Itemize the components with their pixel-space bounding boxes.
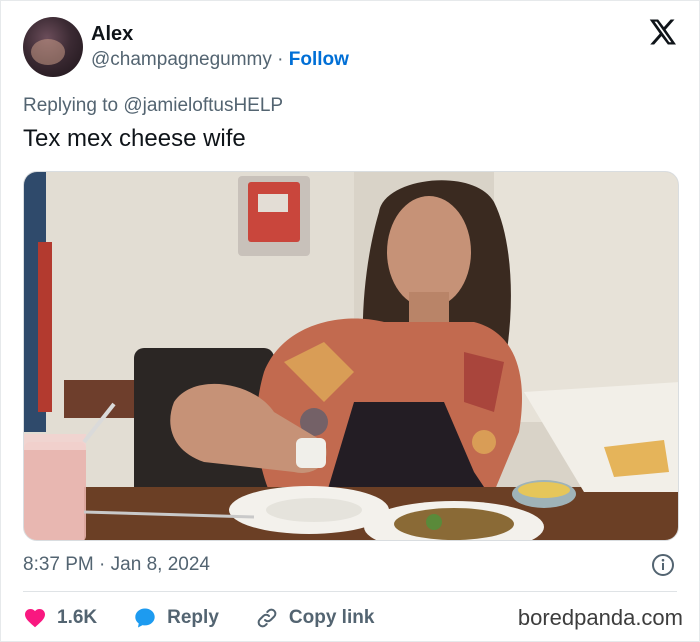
reply-label: Reply — [167, 607, 219, 628]
replying-prefix: Replying to — [23, 95, 124, 116]
tweet-time: 8:37 PM — [23, 554, 94, 575]
replying-to: Replying to @jamieloftusHELP — [23, 95, 283, 117]
x-logo-icon[interactable] — [647, 17, 677, 47]
tweet-date: Jan 8, 2024 — [110, 554, 210, 575]
link-icon — [257, 608, 277, 628]
action-bar: 1.6K Reply Copy link — [23, 603, 374, 633]
tweet-photo[interactable] — [23, 171, 679, 541]
photo-scene — [24, 172, 678, 540]
divider — [23, 591, 677, 592]
reply-button[interactable]: Reply — [133, 606, 219, 630]
speech-bubble-icon — [135, 608, 155, 628]
heart-icon — [25, 609, 45, 628]
avatar[interactable] — [23, 17, 83, 77]
info-icon[interactable] — [651, 553, 675, 577]
copy-link-button[interactable]: Copy link — [255, 606, 375, 630]
like-count: 1.6K — [57, 607, 98, 628]
like-button[interactable]: 1.6K — [23, 606, 97, 630]
replying-to-link[interactable]: @jamieloftusHELP — [123, 95, 283, 116]
copy-link-label: Copy link — [288, 607, 375, 628]
tweet-text: Tex mex cheese wife — [23, 125, 246, 152]
timestamp[interactable]: 8:37 PM · Jan 8, 2024 — [23, 554, 210, 576]
tweet-card: Alex @champagnegummy · Follow Replying t… — [0, 0, 700, 642]
handle-separator: · — [271, 49, 289, 70]
date-separator: · — [93, 554, 111, 575]
follow-button[interactable]: Follow — [289, 49, 349, 70]
author-name[interactable]: Alex — [91, 23, 133, 46]
handle-row: @champagnegummy · Follow — [91, 49, 349, 71]
watermark: boredpanda.com — [517, 605, 683, 630]
author-handle[interactable]: @champagnegummy — [91, 49, 272, 70]
